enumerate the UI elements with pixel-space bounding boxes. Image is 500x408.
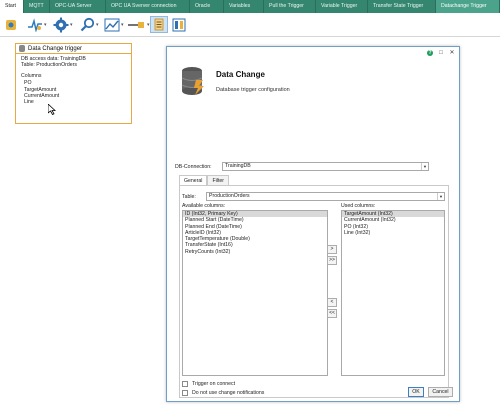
- dialog-header: Data Change Database trigger configurati…: [167, 60, 461, 107]
- remove-column-button[interactable]: <: [327, 298, 337, 307]
- no-change-notifications-label: Do not use change notifications: [192, 390, 265, 396]
- tab-datachange-trigger[interactable]: Datachange Trigger: [436, 0, 500, 13]
- search-button[interactable]: ▾: [80, 16, 99, 33]
- tab-mqtt[interactable]: MQTT: [24, 0, 50, 13]
- card-title: Data Change trigger: [28, 45, 83, 52]
- tab-variables[interactable]: Variables: [224, 0, 264, 13]
- pulse-button[interactable]: ▾: [27, 16, 47, 33]
- data-change-dialog: ? □ ✕ Data Change Database trigger confi…: [166, 46, 460, 402]
- help-icon[interactable]: ?: [427, 50, 433, 56]
- chart-icon: [104, 18, 120, 32]
- dialog-title: Data Change: [216, 70, 265, 79]
- chevron-down-icon[interactable]: ▾: [121, 22, 124, 28]
- tab-start[interactable]: Start: [0, 0, 24, 13]
- table-label: Table:: [182, 194, 196, 200]
- tab-variable-trigger[interactable]: Variable Trigger: [316, 0, 368, 13]
- tab-transfer-state-trigger[interactable]: Transfer State Trigger: [368, 0, 436, 13]
- database-icon: [181, 67, 204, 95]
- db-connection-value: TrainingDB: [225, 163, 251, 169]
- available-columns-list[interactable]: ID (Int32, Primary Key) Planned Start (D…: [182, 210, 328, 376]
- tab-opc-ua-server[interactable]: OPC-UA Server: [50, 0, 106, 13]
- search-icon: [80, 17, 95, 32]
- general-tab-panel: Table: ProductionOrders ▼ Available colu…: [179, 185, 449, 398]
- pulse-icon: [27, 17, 43, 32]
- pipe-button[interactable]: ▾: [128, 16, 150, 33]
- tab-oracle[interactable]: Oracle: [190, 0, 224, 13]
- trigger-on-connect-label: Trigger on connect: [192, 381, 236, 387]
- layout-button[interactable]: [172, 16, 186, 33]
- settings-button[interactable]: ▾: [53, 16, 73, 33]
- tab-filter[interactable]: Filter: [207, 175, 229, 185]
- chevron-down-icon[interactable]: ▼: [421, 163, 428, 170]
- dialog-subtitle: Database trigger configuration: [216, 87, 290, 93]
- chevron-down-icon[interactable]: ▾: [96, 22, 99, 28]
- db-connection-select[interactable]: TrainingDB ▼: [222, 162, 429, 171]
- gear-icon: [53, 17, 69, 33]
- chevron-down-icon[interactable]: ▾: [70, 22, 73, 28]
- close-icon[interactable]: ✕: [449, 50, 455, 56]
- remove-all-columns-button[interactable]: <<: [327, 309, 337, 318]
- tab-opc-ua-server-connection[interactable]: OPC UA Sverver connection: [106, 0, 190, 13]
- trigger-on-connect-checkbox[interactable]: [182, 381, 188, 387]
- maximize-icon[interactable]: □: [438, 50, 444, 56]
- no-change-notifications-checkbox[interactable]: [182, 390, 188, 396]
- add-all-columns-button[interactable]: >>: [327, 256, 337, 265]
- ok-button[interactable]: OK: [408, 387, 424, 397]
- list-icon: [154, 18, 164, 31]
- tab-bar: Start MQTT OPC-UA Server OPC UA Sverver …: [0, 0, 500, 13]
- pipe-icon: [128, 19, 146, 31]
- add-column-button[interactable]: >: [327, 245, 337, 254]
- list-item[interactable]: RetryCounts (Int32): [183, 249, 327, 255]
- card-column-item: Line: [24, 99, 34, 106]
- connection-button[interactable]: [4, 16, 18, 33]
- database-icon: [19, 45, 25, 52]
- layout-icon: [172, 18, 186, 32]
- chevron-down-icon[interactable]: ▾: [44, 22, 47, 28]
- mouse-cursor-icon: [48, 104, 56, 115]
- db-connection-label: DB-Connection:: [175, 164, 212, 170]
- chevron-down-icon[interactable]: ▼: [437, 193, 444, 200]
- no-change-notifications-row[interactable]: Do not use change notifications: [182, 390, 264, 396]
- chart-button[interactable]: ▾: [104, 16, 124, 33]
- list-button[interactable]: [150, 16, 168, 33]
- used-columns-list[interactable]: TargetAmount (Int32) CurrentAmount (Int3…: [341, 210, 445, 376]
- available-columns-label: Available columns:: [182, 203, 226, 209]
- list-item[interactable]: Line (Int32): [342, 230, 444, 236]
- data-change-trigger-card[interactable]: Data Change trigger DB access data: Trai…: [15, 43, 132, 124]
- tab-pull-the-trigger[interactable]: Pull the Trigger: [264, 0, 316, 13]
- connection-icon: [4, 18, 18, 32]
- table-select[interactable]: ProductionOrders ▼: [206, 192, 445, 201]
- used-columns-label: Used columns:: [341, 203, 376, 209]
- cancel-button[interactable]: Cancel: [428, 387, 453, 397]
- trigger-on-connect-row[interactable]: Trigger on connect: [182, 381, 235, 387]
- table-value: ProductionOrders: [209, 193, 250, 199]
- card-header: Data Change trigger: [16, 44, 131, 54]
- toolbar: ▾ ▾ ▾ ▾ ▾: [0, 13, 500, 37]
